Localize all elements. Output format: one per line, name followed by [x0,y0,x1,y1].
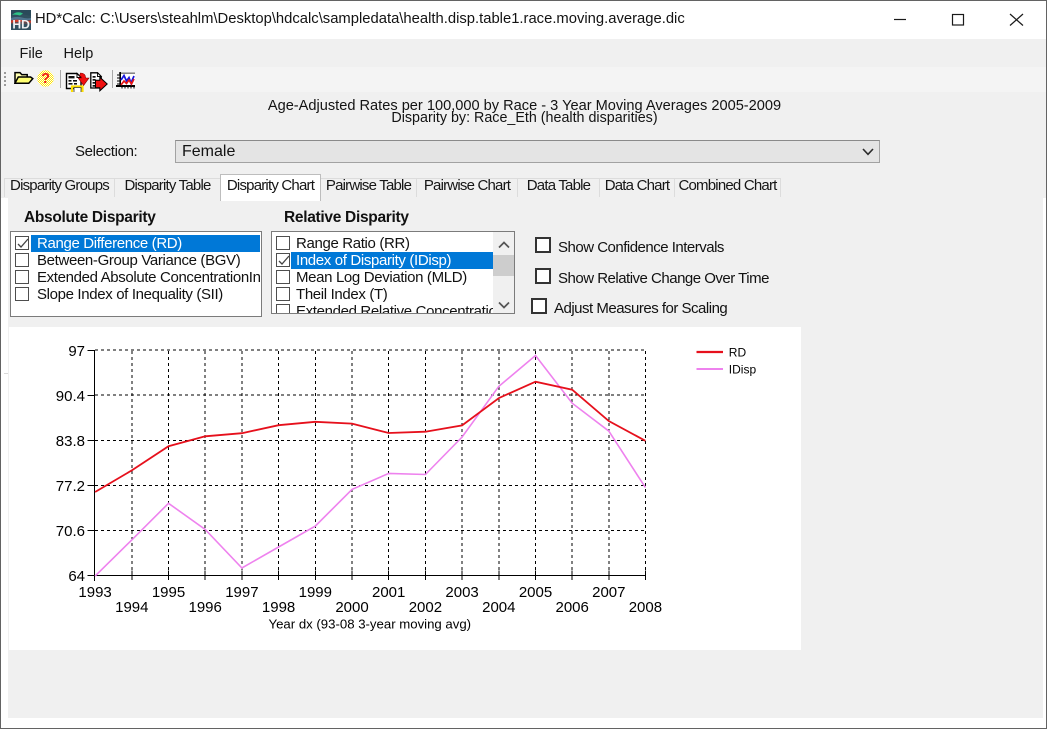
svg-text:64: 64 [68,568,85,585]
svg-text:1997: 1997 [225,584,258,601]
svg-text:2005: 2005 [519,584,552,601]
svg-text:97: 97 [68,343,85,360]
svg-text:1996: 1996 [189,599,222,616]
svg-text:1998: 1998 [262,599,295,616]
svg-text:83.8: 83.8 [56,433,85,450]
svg-text:IDisp: IDisp [729,363,757,377]
svg-text:1994: 1994 [115,599,148,616]
svg-text:2007: 2007 [592,584,625,601]
svg-text:1993: 1993 [78,584,111,601]
svg-text:1999: 1999 [299,584,332,601]
svg-text:2000: 2000 [335,599,368,616]
svg-text:1995: 1995 [152,584,185,601]
svg-text:70.6: 70.6 [56,523,85,540]
svg-text:2004: 2004 [482,599,515,616]
svg-text:Year dx (93-08 3-year moving a: Year dx (93-08 3-year moving avg) [269,617,472,632]
svg-text:2008: 2008 [629,599,662,616]
svg-text:2001: 2001 [372,584,405,601]
svg-text:77.2: 77.2 [56,478,85,495]
svg-text:HD: HD [12,18,30,30]
svg-text:90.4: 90.4 [56,388,85,405]
svg-text:2002: 2002 [409,599,442,616]
svg-text:RD: RD [729,346,747,360]
svg-text:2003: 2003 [445,584,478,601]
svg-text:?: ? [41,71,50,87]
svg-text:2006: 2006 [556,599,589,616]
